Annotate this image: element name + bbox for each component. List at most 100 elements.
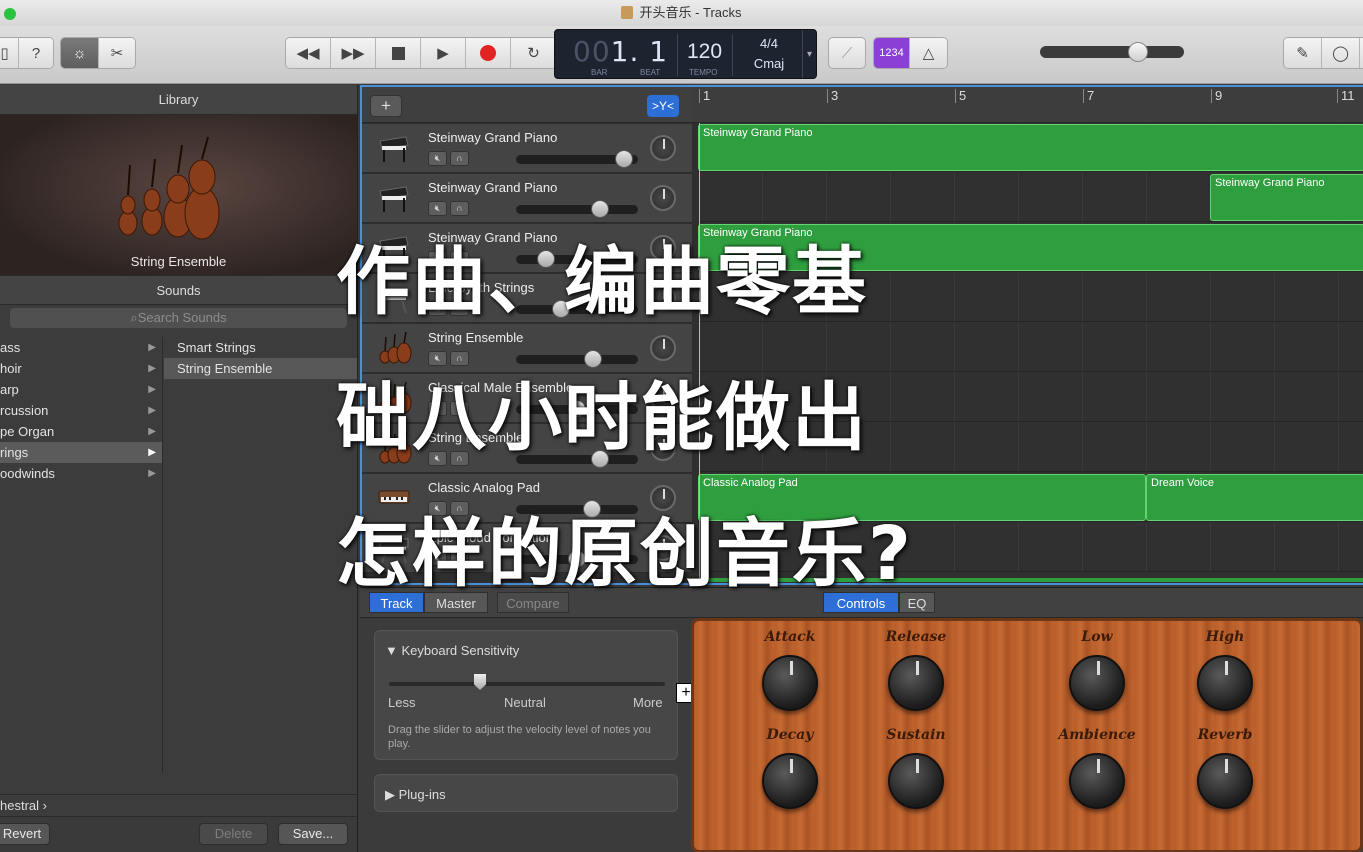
loop-browser-button[interactable]: ◯ (1322, 38, 1360, 68)
sensitivity-slider-knob[interactable] (474, 674, 486, 690)
attack-knob[interactable] (762, 655, 818, 711)
midi-region[interactable]: Steinway Grand Piano (1210, 174, 1363, 221)
category-item-selected[interactable]: rings ▶ (0, 442, 162, 463)
midi-notes (1211, 197, 1363, 211)
sensitivity-slider-track[interactable] (389, 682, 665, 686)
play-button[interactable]: ▶ (421, 38, 466, 68)
category-item[interactable]: rcussion ▶ (0, 400, 162, 421)
notepad-button[interactable]: ✎ (1284, 38, 1322, 68)
transport-controls: ◀◀ ▶▶ ▶ ↻ (285, 37, 557, 69)
cycle-button[interactable]: ↻ (511, 38, 556, 68)
library-panel: Library String Ensemble Sounds ⌕Search S… (0, 85, 358, 852)
release-knob[interactable] (888, 655, 944, 711)
save-button[interactable]: Save... (278, 823, 348, 845)
editors-button[interactable]: ✂ (99, 38, 135, 68)
knob-label: Attack (764, 629, 816, 645)
grid-line (1274, 273, 1275, 321)
smart-controls-panel: Attack Release Low High Decay Sustain Ambience… (691, 618, 1363, 852)
low-knob[interactable] (1069, 655, 1125, 711)
category-item[interactable]: arp ▶ (0, 379, 162, 400)
grid-line (1338, 423, 1339, 471)
grid-line (1274, 373, 1275, 421)
add-track-button[interactable]: + (370, 95, 402, 117)
lcd-mode-dropdown[interactable]: ▾ (802, 30, 816, 78)
revert-button[interactable]: Revert (0, 823, 50, 845)
midi-notes (699, 147, 1363, 161)
track-header[interactable]: Steinway Grand Piano 🔇︎ ∩ (362, 124, 692, 173)
mute-button[interactable]: 🔇︎ (428, 151, 447, 166)
master-volume-slider[interactable] (1040, 46, 1184, 58)
plugins-panel[interactable]: ▶ Plug-ins (374, 774, 678, 812)
grid-line (1210, 273, 1211, 321)
patch-list: Smart Strings String Ensemble (164, 337, 357, 379)
category-item[interactable]: pe Organ ▶ (0, 421, 162, 442)
metronome-button[interactable]: △ (910, 38, 947, 68)
library-icon: ▯ (0, 45, 9, 62)
key-signature[interactable]: Cmaj (751, 56, 787, 71)
pan-knob[interactable] (650, 135, 676, 161)
play-icon: ▶ (437, 45, 449, 62)
category-item[interactable]: oodwinds ▶ (0, 463, 162, 484)
track-volume-knob[interactable] (615, 150, 633, 168)
high-knob[interactable] (1197, 655, 1253, 711)
grid-line (1082, 523, 1083, 571)
lcd-display[interactable]: 001. 1 BAR BEAT 120 TEMPO 4/4 Cmaj ▾ (554, 29, 817, 79)
grid-line (1338, 373, 1339, 421)
solo-button[interactable]: ∩ (450, 151, 469, 166)
help-group: ▯ ? (0, 37, 54, 69)
disclosure-down-icon: ▼ (385, 643, 398, 658)
category-item[interactable]: hoir ▶ (0, 358, 162, 379)
decay-knob[interactable] (762, 753, 818, 809)
grid-line (1146, 423, 1147, 471)
timeline-ruler[interactable]: 1 3 5 7 9 11 (692, 87, 1363, 123)
rewind-button[interactable]: ◀◀ (286, 38, 331, 68)
midi-region[interactable]: Steinway Grand Piano (698, 124, 1363, 171)
knob-label: Sustain (886, 727, 946, 743)
knob-label: High (1205, 629, 1245, 645)
category-list: ass ▶ hoir ▶ arp ▶ rcussion ▶ pe Organ ▶ ring… (0, 337, 163, 773)
record-icon (480, 45, 496, 61)
knob-label: Decay (766, 727, 814, 743)
ambience-knob[interactable] (1069, 753, 1125, 809)
playhead-position: 001. 1 (573, 35, 668, 68)
search-sounds-field[interactable]: ⌕Search Sounds (10, 308, 347, 328)
record-button[interactable] (466, 38, 511, 68)
zoom-window-button[interactable] (4, 8, 16, 20)
chevron-right-icon: ▶ (148, 342, 156, 353)
loop-icon: ◯ (1332, 45, 1349, 62)
time-signature[interactable]: 4/4 (753, 36, 785, 51)
smart-controls-editor: Track Master Compare Controls EQ ▼ Keybo… (360, 587, 1363, 852)
category-item[interactable]: ass ▶ (0, 337, 162, 358)
track-name[interactable]: Steinway Grand Piano (428, 180, 557, 195)
track-volume-slider[interactable] (516, 205, 638, 214)
ruler-bar-number: 7 (1083, 89, 1094, 103)
midi-region[interactable]: Dream Voice (1146, 474, 1363, 521)
stop-button[interactable] (376, 38, 421, 68)
tuner-button[interactable]: ⟋ (828, 37, 866, 69)
reverb-knob[interactable] (1197, 753, 1253, 809)
catch-playhead-button[interactable]: >Y< (647, 95, 679, 117)
grid-line (1274, 423, 1275, 471)
keyboard-sensitivity-toggle[interactable]: ▼ Keyboard Sensitivity (385, 643, 519, 658)
library-toggle-button[interactable]: ▯ (0, 38, 19, 68)
count-in-button[interactable]: 1234 (874, 38, 910, 68)
library-path[interactable]: hestral › (0, 794, 357, 816)
quick-help-button[interactable]: ? (19, 38, 53, 68)
patch-item-selected[interactable]: String Ensemble (164, 358, 357, 379)
master-volume-knob[interactable] (1128, 42, 1148, 62)
smart-controls-button[interactable]: ☼ (61, 38, 99, 68)
keyboard-sensitivity-panel: ▼ Keyboard Sensitivity Less Neutral More… (374, 630, 678, 760)
delete-button[interactable]: Delete (199, 823, 268, 845)
document-icon (621, 6, 634, 19)
fast-forward-button[interactable]: ▶▶ (331, 38, 376, 68)
patch-item[interactable]: Smart Strings (164, 337, 357, 358)
track-name[interactable]: Steinway Grand Piano (428, 130, 557, 145)
grid-line (1210, 373, 1211, 421)
tempo-value[interactable]: 120 (687, 40, 722, 64)
library-footer: Revert Delete Save... (0, 816, 357, 852)
grid-line (1082, 373, 1083, 421)
sustain-knob[interactable] (888, 753, 944, 809)
tuning-fork-icon: ⟋ (841, 44, 853, 62)
dial-icon: ☼ (72, 44, 87, 62)
pan-knob[interactable] (650, 185, 676, 211)
